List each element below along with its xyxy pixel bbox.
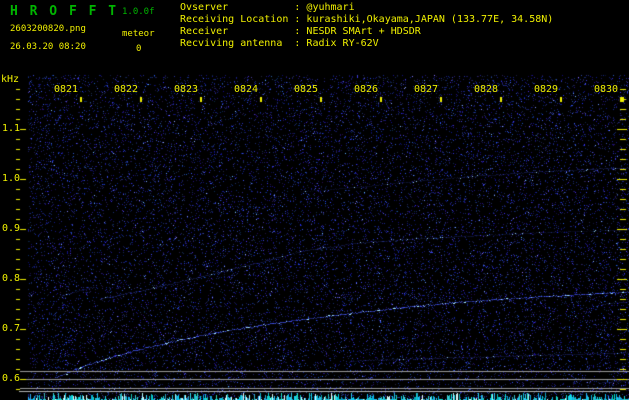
observation-datetime: 26.03.20 08:20 — [10, 42, 86, 52]
spectrogram-canvas — [0, 0, 629, 400]
freq-tick-label: 0.6 — [2, 373, 21, 384]
hrofft-spectrogram-app: H R O F F T 1.0.0f 2603200820.png 26.03.… — [0, 0, 629, 400]
info-line-receiver: Receiver : NESDR SMArt + HDSDR — [180, 26, 421, 37]
meteor-counter-value: 0 — [136, 44, 142, 54]
observer-info-block: Ovserver : @yuhmari Receiving Location :… — [180, 2, 553, 50]
output-filename: 2603200820.png — [10, 24, 86, 34]
y-axis-unit-label: kHz — [1, 74, 20, 85]
time-tick-label: 0823 — [174, 84, 199, 95]
time-tick-label: 0829 — [534, 84, 559, 95]
freq-tick-label: 1.1 — [2, 123, 21, 134]
freq-tick-label: 1.0 — [2, 173, 21, 184]
time-tick-label: 0830 — [594, 84, 619, 95]
time-tick-label: 0822 — [114, 84, 139, 95]
freq-tick-label: 0.9 — [2, 223, 21, 234]
freq-tick-label: 0.8 — [2, 273, 21, 284]
app-version: 1.0.0f — [122, 7, 155, 17]
time-tick-label: 0828 — [474, 84, 499, 95]
time-tick-label: 0826 — [354, 84, 379, 95]
time-tick-label: 0827 — [414, 84, 439, 95]
info-line-antenna: Recviving antenna : Radix RY-62V — [180, 38, 379, 49]
info-line-observer: Ovserver : @yuhmari — [180, 2, 355, 13]
time-tick-label: 0825 — [294, 84, 319, 95]
info-line-location: Receiving Location : kurashiki,Okayama,J… — [180, 14, 554, 25]
meteor-counter-label: meteor — [122, 29, 155, 39]
time-tick-label: 0821 — [54, 84, 79, 95]
freq-tick-label: 0.7 — [2, 323, 21, 334]
app-title: H R O F F T — [10, 4, 119, 19]
time-tick-label: 0824 — [234, 84, 259, 95]
